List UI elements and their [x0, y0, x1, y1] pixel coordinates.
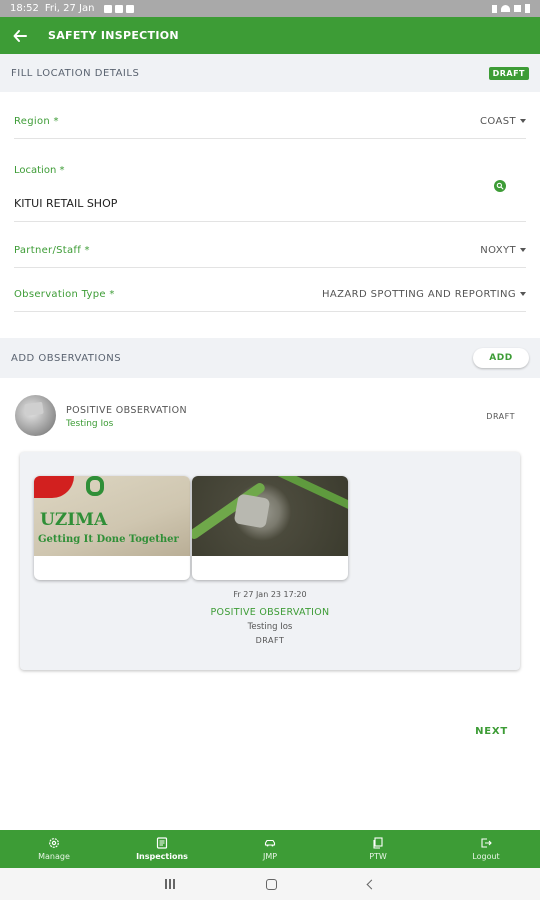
location-value: KITUI RETAIL SHOP [14, 197, 118, 210]
observation-image-1[interactable]: UZIMA Getting It Done Together [34, 476, 190, 580]
caret-down-icon [520, 119, 526, 123]
nav-item-ptw[interactable]: PTW [324, 830, 432, 868]
back-button[interactable] [0, 17, 40, 54]
observation-subtitle: Testing Ios [66, 419, 114, 429]
status-date: Fri, 27 Jan [44, 3, 95, 14]
partner-value-wrap: NOXYT [480, 245, 526, 256]
status-bar: 18:52 Fri, 27 Jan [0, 0, 540, 17]
uzima-sign-photo: UZIMA Getting It Done Together [34, 476, 190, 556]
observation-title: POSITIVE OBSERVATION [66, 405, 187, 416]
location-section-header: FILL LOCATION DETAILS DRAFT [0, 54, 540, 92]
nav-item-jmp[interactable]: JMP [216, 830, 324, 868]
search-icon [496, 182, 504, 190]
nav-item-inspections[interactable]: Inspections [108, 830, 216, 868]
nav-label: Logout [472, 852, 500, 861]
sign-text-slogan: Getting It Done Together [38, 534, 179, 545]
partner-label: Partner/Staff * [14, 244, 90, 256]
signal-icon [514, 5, 521, 12]
observation-avatar [15, 395, 56, 436]
status-time: 18:52 [10, 3, 39, 14]
region-value-wrap: COAST [480, 116, 526, 127]
card-subtitle: Testing Ios [247, 622, 293, 632]
page-title: SAFETY INSPECTION [48, 29, 179, 42]
clipboard-icon [156, 837, 168, 849]
caret-down-icon [520, 248, 526, 252]
nav-item-manage[interactable]: Manage [0, 830, 108, 868]
system-icons [492, 4, 530, 13]
recents-icon [165, 879, 168, 889]
battery-icon [525, 4, 530, 13]
image-notification-icon [104, 4, 113, 13]
home-button[interactable] [265, 878, 277, 890]
arrow-left-icon [13, 29, 27, 42]
nav-label: PTW [369, 852, 387, 861]
app-bar: SAFETY INSPECTION [0, 17, 540, 54]
nav-label: JMP [262, 852, 278, 861]
partner-value: NOXYT [480, 244, 516, 256]
partner-select[interactable]: Partner/Staff * NOXYT [14, 233, 526, 268]
leaf-shape [274, 476, 348, 513]
observation-type-value-wrap: HAZARD SPOTTING AND REPORTING [322, 289, 526, 300]
location-field[interactable]: Location * KITUI RETAIL SHOP [14, 152, 526, 222]
section-title: ADD OBSERVATIONS [11, 352, 122, 364]
recents-button[interactable] [165, 879, 176, 889]
observation-detail-card: UZIMA Getting It Done Together Fr 27 Jan… [20, 452, 520, 670]
logo-red-shape [34, 476, 74, 498]
observation-type-label: Observation Type * [14, 288, 115, 300]
observations-section-header: ADD OBSERVATIONS ADD [0, 338, 540, 378]
draft-badge: DRAFT [488, 66, 529, 80]
location-label: Location * [14, 165, 65, 176]
stone-shape [233, 493, 271, 529]
caret-down-icon [520, 292, 526, 296]
gear-icon [49, 838, 59, 848]
region-value: COAST [480, 115, 516, 127]
card-status: DRAFT [255, 636, 285, 645]
region-select[interactable]: Region * COAST [14, 104, 526, 139]
card-title: POSITIVE OBSERVATION [210, 607, 330, 618]
wifi-icon [501, 5, 510, 12]
card-date: Fr 27 Jan 23 17:20 [233, 590, 307, 599]
nav-item-logout[interactable]: Logout [432, 830, 540, 868]
bottom-navigation: Manage Inspections JMP PTW Logout [0, 830, 540, 868]
observation-type-value: HAZARD SPOTTING AND REPORTING [321, 288, 516, 300]
region-label: Region * [14, 115, 59, 127]
documents-icon [373, 837, 383, 849]
ground-photo [192, 476, 348, 556]
nav-label: Manage [38, 852, 70, 861]
nav-label: Inspections [136, 852, 188, 861]
notification-icons [104, 4, 135, 13]
recents-icon-bar [173, 879, 176, 889]
sign-text-uzima: UZIMA [40, 510, 108, 530]
logo-green-shape [86, 476, 104, 496]
section-title: FILL LOCATION DETAILS [11, 67, 140, 79]
observation-status: DRAFT [486, 412, 515, 421]
observation-image-2[interactable] [192, 476, 348, 580]
add-observation-button[interactable]: ADD [473, 348, 529, 368]
next-button[interactable]: NEXT [475, 726, 508, 737]
observation-type-select[interactable]: Observation Type * HAZARD SPOTTING AND R… [14, 277, 526, 312]
system-navigation-bar [0, 868, 540, 900]
car-icon [264, 839, 276, 847]
recents-icon-bar [169, 879, 172, 889]
mail-notification-icon [115, 4, 124, 13]
system-back-button[interactable] [366, 879, 377, 889]
observation-list-item[interactable]: POSITIVE OBSERVATION Testing Ios DRAFT [0, 388, 540, 448]
gallery-notification-icon [126, 4, 135, 13]
logout-icon [481, 838, 492, 848]
bluetooth-icon [492, 4, 497, 13]
location-search-button[interactable] [494, 180, 506, 192]
